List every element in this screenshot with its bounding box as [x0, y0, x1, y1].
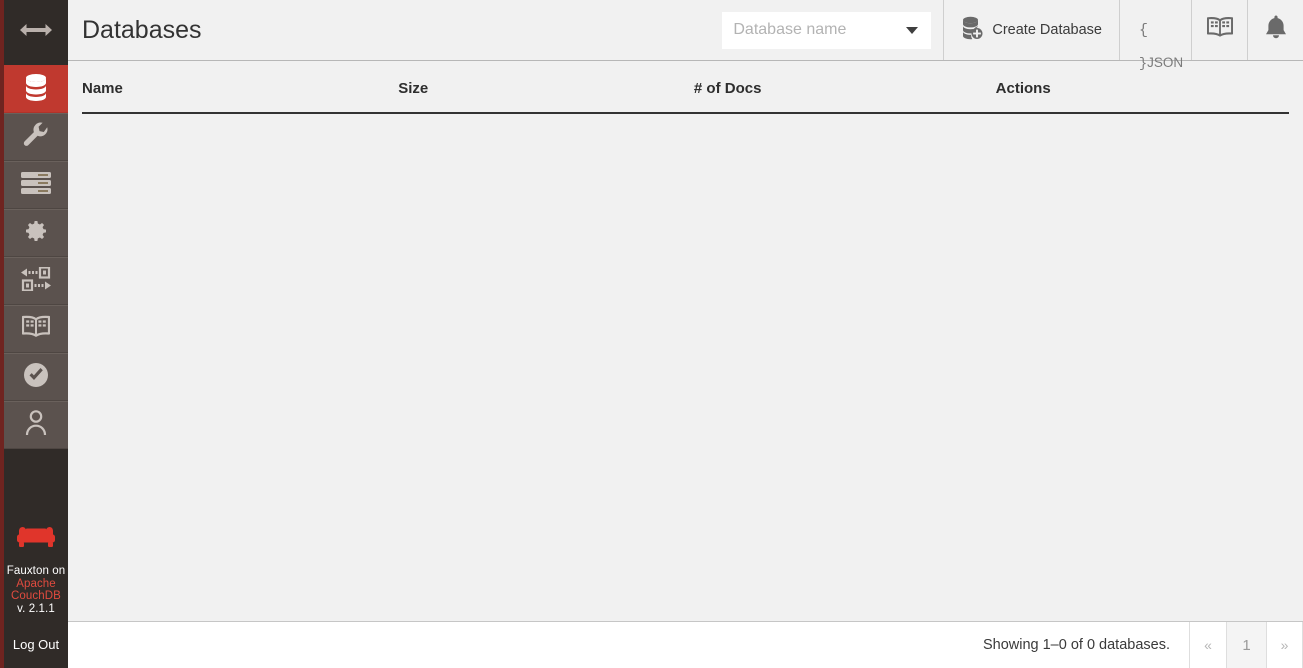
brand-link-apache-text[interactable]: Apache — [16, 578, 56, 590]
databases-content: Name Size # of Docs Actions — [68, 61, 1303, 621]
replication-icon — [21, 265, 51, 296]
sidebar-item-replication[interactable] — [4, 257, 68, 305]
book-icon — [1206, 16, 1233, 44]
pagination-prev-button[interactable]: « — [1189, 622, 1226, 668]
brand-link-couchdb[interactable]: CouchDB — [11, 590, 61, 603]
documentation-button[interactable] — [1191, 0, 1247, 60]
gear-icon — [24, 219, 48, 248]
sidebar-item-databases[interactable] — [4, 65, 68, 113]
databases-table: Name Size # of Docs Actions — [82, 80, 1289, 114]
column-header-docs[interactable]: # of Docs — [693, 80, 996, 114]
json-view-button[interactable]: { }JSON — [1119, 0, 1191, 72]
sidebar-spacer — [4, 449, 68, 522]
server-tasks-icon — [21, 171, 51, 200]
brand-line-1: Fauxton on — [6, 565, 66, 577]
column-header-actions: Actions — [995, 80, 1289, 114]
brand-version: v. 2.1.1 — [17, 602, 55, 615]
couch-icon — [15, 522, 57, 557]
brand-link-couchdb-text[interactable]: CouchDB — [11, 590, 61, 602]
database-plus-icon — [960, 16, 983, 44]
column-header-name[interactable]: Name — [82, 80, 399, 114]
databases-table-head: Name Size # of Docs Actions — [82, 80, 1289, 114]
pagination-page-1[interactable]: 1 — [1226, 622, 1266, 668]
sidebar-item-setup[interactable] — [4, 113, 68, 161]
sidebar-item-documentation[interactable] — [4, 305, 68, 353]
page-header: Databases Database name Create Database … — [68, 0, 1303, 72]
bell-icon — [1265, 15, 1287, 45]
json-button-label: }JSON — [1139, 55, 1183, 72]
sidebar-item-verify[interactable] — [4, 353, 68, 401]
search-input[interactable] — [722, 11, 932, 49]
main-area: Databases Database name Create Database … — [68, 0, 1303, 668]
logout-button[interactable]: Log Out — [4, 621, 68, 668]
create-database-label: Create Database — [992, 22, 1102, 38]
fauxton-app: Fauxton on Apache CouchDB v. 2.1.1 Log O… — [0, 0, 1303, 668]
column-header-size[interactable]: Size — [398, 80, 694, 114]
table-footer: Showing 1–0 of 0 databases. « 1 » — [68, 621, 1303, 668]
arrows-horizontal-icon — [19, 23, 53, 42]
database-search-container — [710, 0, 943, 60]
sidebar-brand: Fauxton on Apache CouchDB v. 2.1.1 — [4, 522, 68, 621]
showing-count-text: Showing 1–0 of 0 databases. — [982, 637, 1170, 653]
page-title: Databases — [82, 15, 202, 44]
database-icon — [23, 73, 49, 106]
json-label-text: JSON — [1147, 55, 1184, 70]
sidebar-toggle-button[interactable] — [4, 0, 68, 65]
sidebar-nav-list — [4, 65, 68, 449]
sidebar-item-account[interactable] — [4, 401, 68, 449]
json-braces-icon: { — [1139, 22, 1149, 39]
wrench-icon — [23, 122, 49, 153]
user-icon — [25, 409, 47, 441]
pagination: « 1 » — [1189, 622, 1303, 668]
sidebar-item-active-tasks[interactable] — [4, 161, 68, 209]
sidebar-item-configuration[interactable] — [4, 209, 68, 257]
pagination-next-button[interactable]: » — [1266, 622, 1303, 668]
create-database-button[interactable]: Create Database — [943, 0, 1119, 60]
table-header-row: Name Size # of Docs Actions — [82, 80, 1289, 114]
sidebar: Fauxton on Apache CouchDB v. 2.1.1 Log O… — [0, 0, 68, 668]
database-search-box[interactable] — [722, 11, 932, 49]
book-icon — [21, 315, 51, 344]
json-brace-close: } — [1139, 57, 1148, 72]
check-circle-icon — [23, 362, 49, 393]
brand-link-apache[interactable]: Apache — [16, 578, 56, 591]
notifications-button[interactable] — [1247, 0, 1303, 60]
